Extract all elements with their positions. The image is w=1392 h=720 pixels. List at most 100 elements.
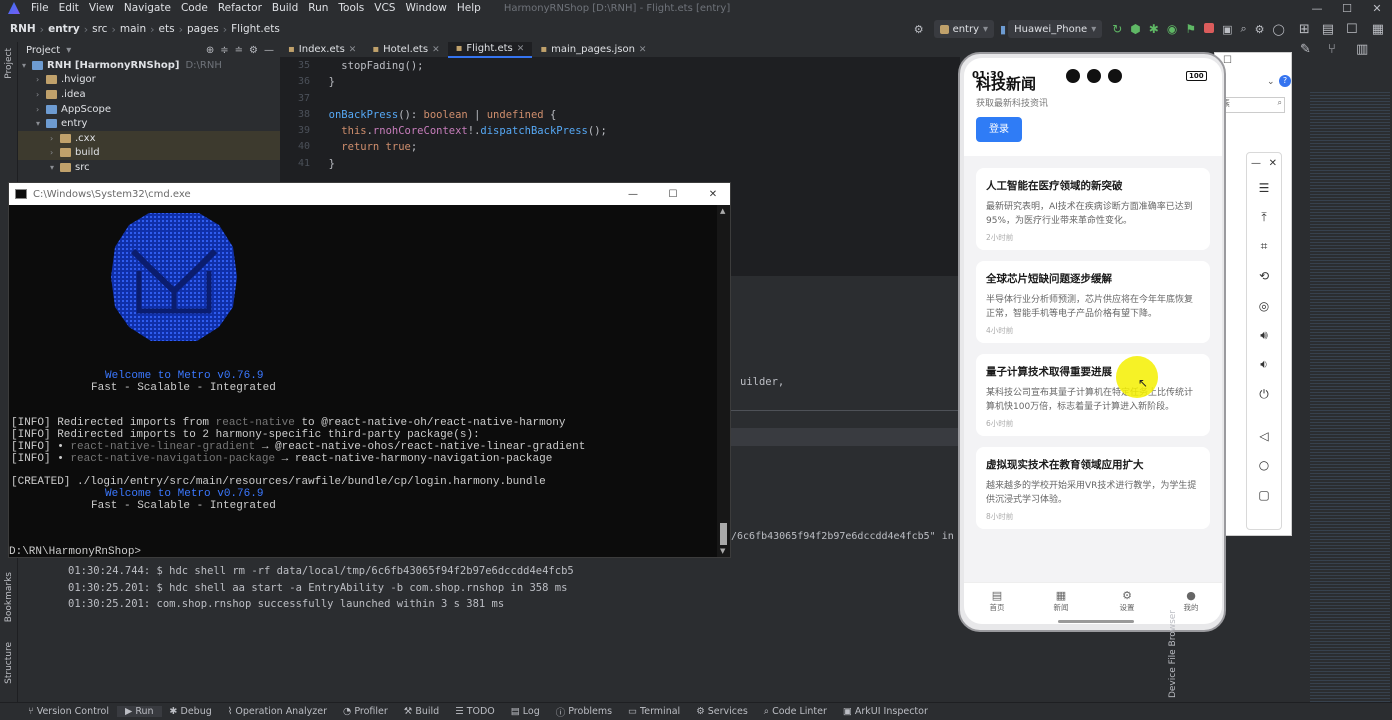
phone-screen[interactable]: 01:30 100 科技新闻 获取最新科技资讯 登录 人工智能在医疗领域的新突破… — [964, 58, 1222, 624]
account-icon[interactable]: ◯ — [1273, 23, 1285, 36]
crumb-entry[interactable]: entry — [46, 23, 82, 35]
tab-profile[interactable]: ● 我的 — [1176, 589, 1206, 613]
search-icon[interactable]: ⌕ — [1240, 22, 1246, 36]
panel-gear-icon[interactable]: ⚙ — [249, 45, 258, 56]
menu-build[interactable]: Build — [267, 2, 303, 14]
menu-window[interactable]: Window — [400, 2, 451, 14]
project-tool-button[interactable]: Project — [4, 48, 14, 79]
profile-icon[interactable]: ◉ — [1167, 22, 1177, 36]
tree-item-hvigor[interactable]: › .hvigor — [18, 73, 280, 88]
cmd-scrollbar[interactable]: ▲ ▼ — [717, 205, 730, 557]
news-card[interactable]: 全球芯片短缺问题逐步缓解 半导体行业分析师预测，芯片供应将在今年年底恢复正常，智… — [976, 261, 1210, 343]
tree-item-cxx[interactable]: › .cxx — [18, 130, 280, 146]
expand-icon[interactable]: ≐ — [235, 45, 243, 56]
tab-hotel[interactable]: ▪ Hotel.ets ✕ — [364, 42, 447, 58]
menu-help[interactable]: Help — [452, 2, 486, 14]
locate-icon[interactable]: ⊕ — [206, 45, 214, 56]
cmd-window[interactable]: C:\Windows\System32\cmd.exe — ☐ ✕ Welcom… — [8, 182, 731, 558]
news-card[interactable]: 虚拟现实技术在教育领域应用扩大 越来越多的学校开始采用VR技术进行教学，为学生提… — [976, 447, 1210, 529]
maximize-icon[interactable]: ☐ — [1332, 2, 1362, 15]
rotate-icon[interactable]: ⟲ — [1247, 262, 1281, 292]
cmd-close-icon[interactable]: ✕ — [696, 189, 730, 200]
minimize-icon[interactable]: — — [1302, 2, 1332, 15]
volume-down-icon[interactable]: 🔉︎ — [1247, 350, 1281, 380]
grid-icon[interactable]: ▦ — [1372, 22, 1384, 37]
emulator-min-icon[interactable]: ☐ — [1223, 55, 1232, 66]
crop-icon[interactable]: ⌗ — [1247, 232, 1281, 262]
menu-code[interactable]: Code — [176, 2, 213, 14]
tool-arkui-inspector[interactable]: ▣ ArkUI Inspector — [835, 706, 936, 717]
collapse-icon[interactable]: ≑ — [220, 45, 228, 56]
menu-icon[interactable]: ☰ — [1247, 173, 1281, 203]
tool-code-linter[interactable]: ⌕ Code Linter — [756, 706, 835, 717]
bookmarks-tool-button[interactable]: Bookmarks — [4, 572, 14, 622]
window-icon[interactable]: ☐ — [1346, 22, 1358, 37]
code-editor[interactable]: stopFading(); } onBackPress(): boolean |… — [316, 58, 960, 183]
device-file-browser-tab[interactable]: Device File Browser — [1168, 610, 1178, 698]
back-icon[interactable]: ◁ — [1247, 421, 1281, 451]
pen-icon[interactable]: ✎ — [1300, 42, 1311, 57]
tab-settings[interactable]: ⚙ 设置 — [1112, 589, 1142, 613]
hide-panel-icon[interactable]: — — [264, 45, 274, 56]
tab-index[interactable]: ▪ Index.ets ✕ — [280, 42, 364, 58]
cmd-maximize-icon[interactable]: ☐ — [656, 189, 690, 200]
news-card[interactable]: 人工智能在医疗领域的新突破 最新研究表明，AI技术在疾病诊断方面准确率已达到95… — [976, 168, 1210, 250]
home-indicator[interactable] — [1058, 620, 1134, 623]
menu-vcs[interactable]: VCS — [369, 2, 400, 14]
help-icon[interactable]: ? — [1279, 75, 1291, 87]
minimize-icon[interactable]: — — [1251, 158, 1261, 169]
recents-icon[interactable]: ▢ — [1247, 480, 1281, 510]
tool-run[interactable]: ▶ Run — [117, 706, 162, 717]
pin-top-icon[interactable]: ⤒ — [1247, 203, 1281, 233]
tree-item-src[interactable]: ▾ src — [18, 160, 280, 175]
tool-version-control[interactable]: ⑂ Version Control — [20, 706, 117, 717]
tab-home[interactable]: ▤ 首页 — [982, 589, 1012, 613]
news-card[interactable]: 量子计算技术取得重要进展 某科技公司宣布其量子计算机在特定任务上比传统计算机快1… — [976, 354, 1210, 436]
close-icon[interactable]: ✕ — [1362, 2, 1392, 15]
crumb-root[interactable]: RNH — [8, 23, 38, 35]
tab-news[interactable]: ▦ 新闻 — [1046, 589, 1076, 613]
rerun-icon[interactable]: ↻ — [1112, 22, 1122, 36]
split-icon[interactable]: ▥ — [1356, 42, 1368, 57]
cmd-title-bar[interactable]: C:\Windows\System32\cmd.exe — ☐ ✕ — [9, 183, 730, 205]
tool-services[interactable]: ⚙ Services — [688, 706, 756, 717]
panel-icon[interactable]: ▤ — [1322, 22, 1334, 37]
menu-edit[interactable]: Edit — [54, 2, 84, 14]
settings-gear-icon[interactable]: ⚙ — [914, 23, 924, 36]
run-icon[interactable]: ⬢ — [1130, 22, 1140, 36]
cmd-minimize-icon[interactable]: — — [616, 189, 650, 200]
search-box[interactable]: 素 ⌕ — [1219, 97, 1285, 113]
module-select[interactable]: entry ▾ — [933, 20, 995, 38]
menu-tools[interactable]: Tools — [333, 2, 369, 14]
structure-tool-button[interactable]: Structure — [4, 642, 14, 684]
tool-terminal[interactable]: ▭ Terminal — [620, 706, 688, 717]
crumb-main[interactable]: main — [118, 23, 148, 35]
tool-debug[interactable]: ✱ Debug — [162, 706, 220, 717]
device-select[interactable]: Huawei_Phone ▾ — [1008, 20, 1103, 38]
power-icon[interactable]: ⏻ — [1247, 380, 1281, 410]
crumb-ets[interactable]: ets — [157, 23, 177, 35]
menu-run[interactable]: Run — [303, 2, 333, 14]
cmd-output[interactable]: Welcome to Metro v0.76.9 Fast - Scalable… — [9, 205, 718, 558]
close-icon[interactable]: ✕ — [1269, 158, 1277, 169]
tool-profiler[interactable]: ◔ Profiler — [335, 706, 396, 717]
menu-navigate[interactable]: Navigate — [119, 2, 176, 14]
menu-view[interactable]: View — [84, 2, 119, 14]
layout-icon[interactable]: ⊞ — [1299, 22, 1310, 37]
stop-icon[interactable] — [1204, 22, 1215, 36]
menu-file[interactable]: File — [26, 2, 54, 14]
debug-icon[interactable]: ✱ — [1149, 22, 1159, 36]
crumb-src[interactable]: src — [90, 23, 109, 35]
tool-log[interactable]: ▤ Log — [503, 706, 548, 717]
tool-todo[interactable]: ☰ TODO — [447, 706, 503, 717]
volume-up-icon[interactable]: 🔊︎ — [1247, 321, 1281, 351]
login-button[interactable]: 登录 — [976, 117, 1022, 142]
tab-main-pages[interactable]: ▪ main_pages.json ✕ — [532, 42, 654, 58]
settings-icon[interactable]: ⚙ — [1255, 23, 1265, 36]
tab-flight[interactable]: ▪ Flight.ets ✕ — [447, 41, 533, 58]
project-panel-title[interactable]: Project — [26, 45, 60, 56]
tree-item-idea[interactable]: › .idea — [18, 87, 280, 102]
tree-item-root[interactable]: ▾ RNH [HarmonyRNShop] D:\RNH — [18, 58, 280, 73]
crumb-pages[interactable]: pages — [185, 23, 221, 35]
menu-refactor[interactable]: Refactor — [213, 2, 267, 14]
